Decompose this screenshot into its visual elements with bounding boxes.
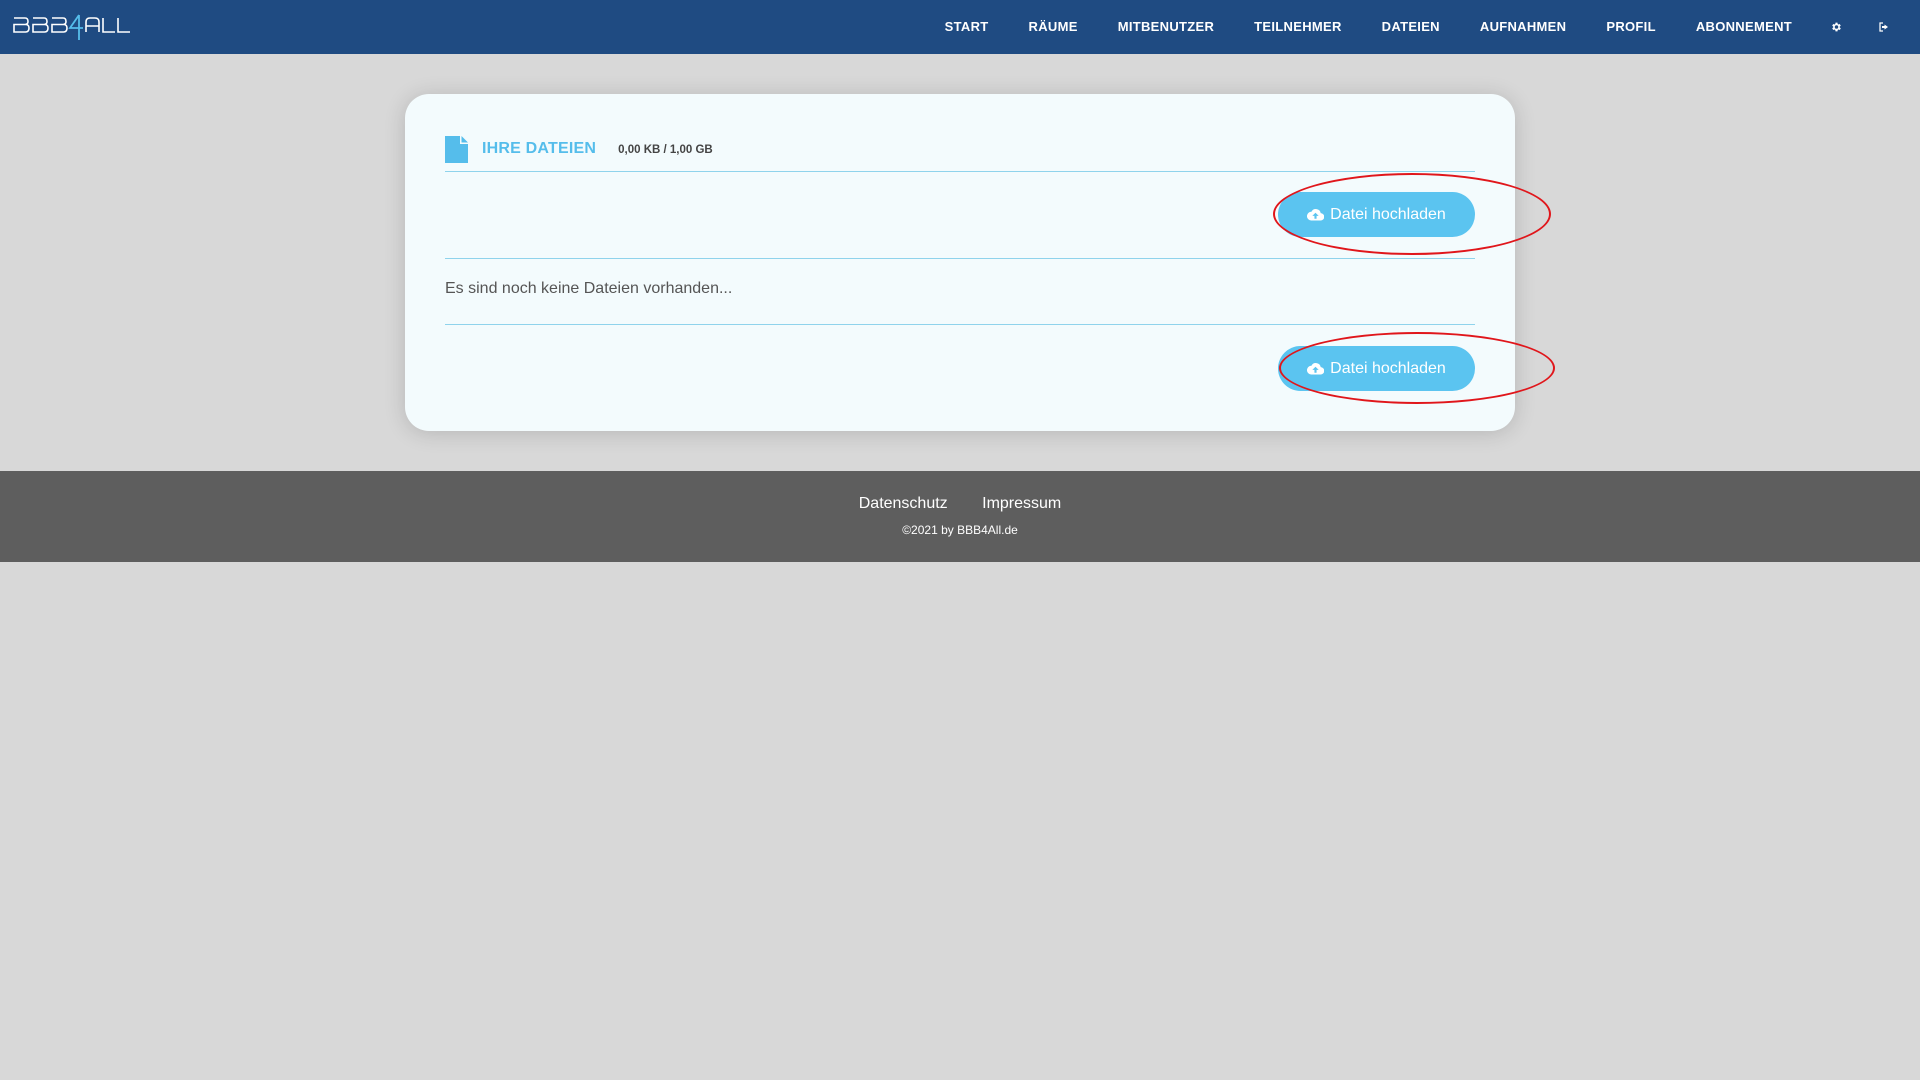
cloud-upload-icon (1307, 209, 1325, 221)
nav-item-aufnahmen[interactable]: AUFNAHMEN (1460, 0, 1586, 54)
files-card-header: IHRE DATEIEN 0,00 KB / 1,00 GB (445, 132, 1475, 166)
footer-link-impressum[interactable]: Impressum (982, 495, 1061, 512)
top-actions-divider (445, 258, 1475, 259)
nav-item-teilnehmer[interactable]: TEILNEHMER (1234, 0, 1362, 54)
nav-item-profil[interactable]: PROFIL (1586, 0, 1675, 54)
list-divider (445, 324, 1475, 325)
nav-item-dateien[interactable]: DATEIEN (1362, 0, 1460, 54)
upload-button-bottom[interactable]: Datei hochladen (1278, 346, 1475, 391)
footer-link-datenschutz[interactable]: Datenschutz (859, 495, 948, 512)
files-card-body: IHRE DATEIEN 0,00 KB / 1,00 GB Datei hoc… (445, 94, 1555, 431)
files-card: IHRE DATEIEN 0,00 KB / 1,00 GB Datei hoc… (405, 94, 1555, 431)
nav-item-start[interactable]: START (925, 0, 1009, 54)
logout-button[interactable] (1860, 0, 1908, 54)
logout-icon (1879, 22, 1888, 32)
main-nav: START RÄUME MITBENUTZER TEILNEHMER DATEI… (925, 0, 1920, 54)
empty-files-message: Es sind noch keine Dateien vorhanden... (445, 280, 733, 297)
gear-icon (1832, 22, 1841, 32)
bbb4all-logo-icon (13, 14, 130, 40)
footer-links: Datenschutz Impressum (0, 495, 1920, 513)
header-divider (445, 171, 1475, 172)
brand-logo[interactable] (12, 12, 130, 42)
cloud-upload-icon (1307, 363, 1325, 375)
top-navbar: START RÄUME MITBENUTZER TEILNEHMER DATEI… (0, 0, 1920, 54)
file-icon (445, 135, 468, 163)
copyright-text: ©2021 by BBB4All.de (902, 523, 1018, 537)
page-title: IHRE DATEIEN (482, 140, 597, 157)
upload-button-top[interactable]: Datei hochladen (1278, 192, 1475, 237)
nav-item-abonnement[interactable]: ABONNEMENT (1676, 0, 1812, 54)
nav-item-mitbenutzer[interactable]: MITBENUTZER (1098, 0, 1234, 54)
storage-usage: 0,00 KB / 1,00 GB (618, 144, 713, 156)
upload-button-label: Datei hochladen (1330, 359, 1446, 377)
settings-button[interactable] (1812, 0, 1860, 54)
page-footer: Datenschutz Impressum ©2021 by BBB4All.d… (0, 471, 1920, 562)
upload-button-label: Datei hochladen (1330, 205, 1446, 223)
nav-item-raeume[interactable]: RÄUME (1009, 0, 1098, 54)
